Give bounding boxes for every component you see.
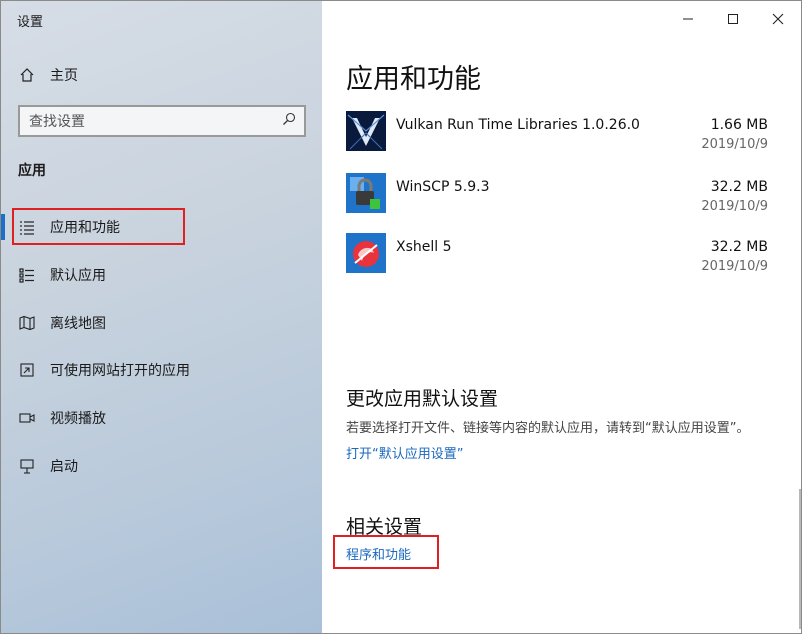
search-icon[interactable]	[282, 112, 296, 130]
default-settings-description: 若要选择打开文件、链接等内容的默认应用，请转到“默认应用设置”。	[346, 421, 750, 436]
startup-icon	[18, 457, 36, 475]
settings-window: 设置 主页 查找设置 应用 应用和功能 默认应用 离线地图 可使用网站打开的应用…	[0, 0, 802, 634]
close-button[interactable]	[768, 9, 788, 29]
app-name: Vulkan Run Time Libraries 1.0.26.0	[396, 117, 640, 133]
app-size: 1.66 MB	[710, 117, 768, 133]
section-label: 应用	[18, 163, 46, 179]
sidebar-item-label: 视频播放	[50, 411, 106, 427]
app-date: 2019/10/9	[701, 137, 768, 152]
nav-home[interactable]: 主页	[1, 55, 322, 95]
highlight-box	[333, 535, 439, 569]
search-placeholder: 查找设置	[29, 114, 85, 130]
open-website-icon	[18, 361, 36, 379]
sidebar-item-label: 离线地图	[50, 316, 106, 332]
list-item[interactable]: WinSCP 5.9.3 32.2 MB 2019/10/9	[346, 173, 772, 223]
sidebar-item-label: 启动	[50, 459, 78, 475]
video-icon	[18, 409, 36, 427]
maximize-button[interactable]	[723, 9, 743, 29]
sidebar-item-default-apps[interactable]: 默认应用	[1, 255, 322, 295]
app-name: Xshell 5	[396, 239, 452, 255]
list-item[interactable]: Xshell 5 32.2 MB 2019/10/9	[346, 233, 772, 283]
default-settings-heading: 更改应用默认设置	[346, 388, 499, 410]
winscp-icon	[346, 173, 386, 213]
default-apps-icon	[18, 266, 36, 284]
app-date: 2019/10/9	[701, 199, 768, 214]
maximize-icon	[728, 14, 738, 24]
search-input[interactable]: 查找设置	[18, 105, 306, 137]
scrollbar[interactable]	[799, 489, 801, 629]
xshell-icon	[346, 233, 386, 273]
home-icon	[18, 66, 36, 84]
minimize-button[interactable]	[678, 9, 698, 29]
app-name: WinSCP 5.9.3	[396, 179, 490, 195]
sidebar-item-label: 默认应用	[50, 268, 106, 284]
app-size: 32.2 MB	[710, 239, 768, 255]
sidebar-item-label: 可使用网站打开的应用	[50, 363, 190, 379]
map-icon	[18, 314, 36, 332]
main-panel: 应用和功能 Vulkan Run Time Libraries 1.0.26.0…	[322, 1, 801, 633]
app-date: 2019/10/9	[701, 259, 768, 274]
minimize-icon	[683, 18, 693, 20]
sidebar-item-video-playback[interactable]: 视频播放	[1, 398, 322, 438]
app-title: 设置	[17, 15, 44, 30]
list-item[interactable]: Vulkan Run Time Libraries 1.0.26.0 1.66 …	[346, 111, 772, 161]
open-default-settings-link[interactable]: 打开“默认应用设置”	[346, 443, 463, 462]
sidebar-item-offline-maps[interactable]: 离线地图	[1, 303, 322, 343]
close-icon	[772, 13, 784, 25]
page-title: 应用和功能	[346, 64, 481, 95]
app-size: 32.2 MB	[710, 179, 768, 195]
highlight-box	[12, 208, 185, 245]
sidebar-item-startup[interactable]: 启动	[1, 446, 322, 486]
sidebar-item-apps-for-websites[interactable]: 可使用网站打开的应用	[1, 350, 322, 390]
nav-home-label: 主页	[50, 68, 78, 84]
vulkan-icon	[346, 111, 386, 151]
sidebar: 设置 主页 查找设置 应用 应用和功能 默认应用 离线地图 可使用网站打开的应用…	[1, 1, 322, 633]
